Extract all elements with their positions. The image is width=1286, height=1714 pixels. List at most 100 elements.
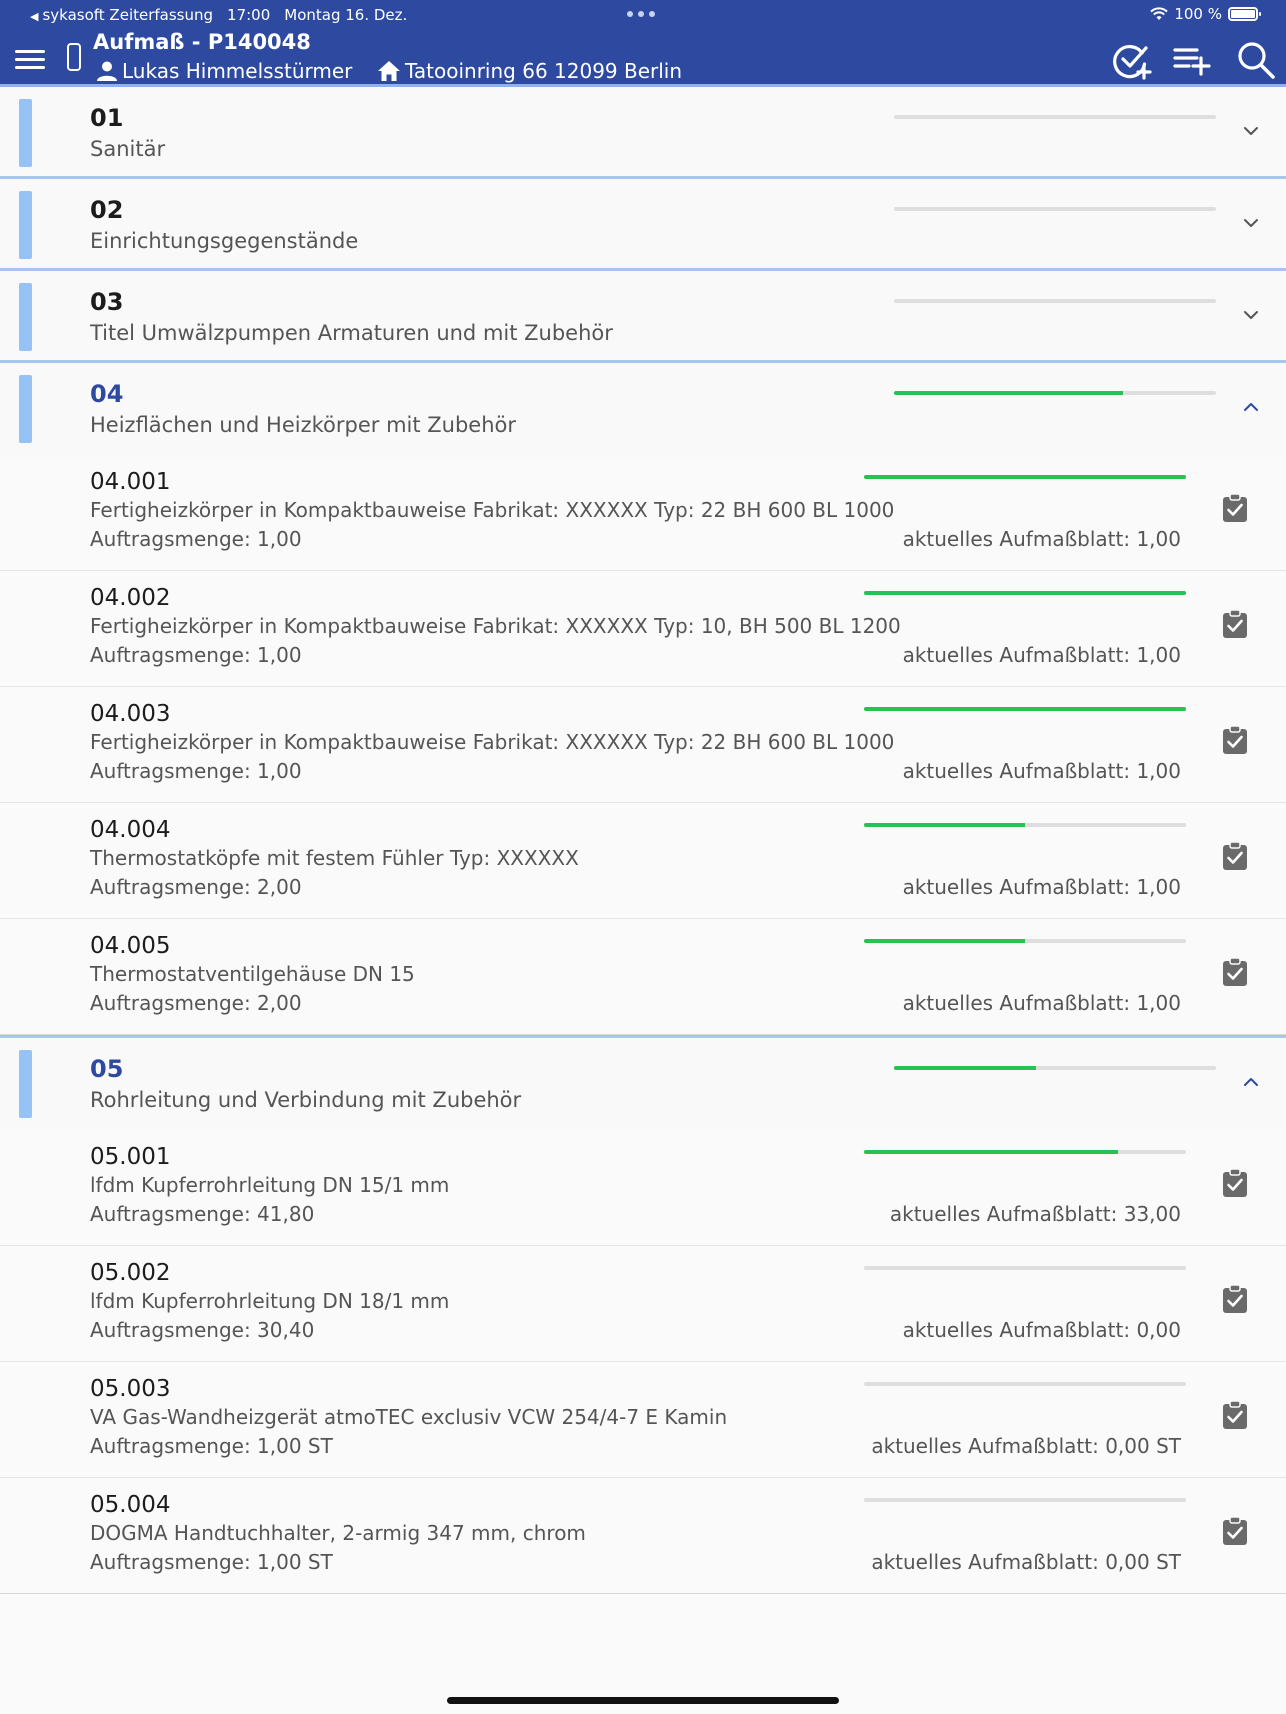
group-number: 03 — [90, 288, 124, 316]
position-row[interactable]: 05.004 DOGMA Handtuchhalter, 2-armig 347 … — [0, 1478, 1286, 1594]
group-header-01[interactable]: 01 Sanitär — [0, 87, 1286, 179]
menu-icon[interactable] — [15, 48, 45, 70]
position-row[interactable]: 04.005 Thermostatventilgehäuse DN 15 Auftr… — [0, 919, 1286, 1035]
group-accent-bar — [19, 99, 32, 167]
group-progress-bar — [894, 1066, 1216, 1070]
position-row[interactable]: 05.001 lfdm Kupferrohrleitung DN 15/1 mm A… — [0, 1130, 1286, 1246]
position-row[interactable]: 04.001 Fertigheizkörper in Kompaktbauweis… — [0, 455, 1286, 571]
group-accent-bar — [19, 375, 32, 443]
position-description: Thermostatköpfe mit festem Fühler Typ: X… — [90, 846, 579, 870]
status-date: Montag 16. Dez. — [284, 6, 408, 24]
chevron-down-icon[interactable] — [1240, 304, 1262, 326]
position-progress-bar — [864, 707, 1186, 711]
status-time: 17:00 — [227, 6, 271, 24]
clipboard-check-icon[interactable] — [1222, 1516, 1248, 1546]
group-title: Einrichtungsgegenstände — [90, 229, 359, 253]
position-row[interactable]: 05.003 VA Gas-Wandheizgerät atmoTEC exclu… — [0, 1362, 1286, 1478]
group-progress-bar — [894, 299, 1216, 303]
order-quantity: Auftragsmenge: 30,40 — [90, 1318, 315, 1342]
current-sheet-quantity: aktuelles Aufmaßblatt: 0,00 — [902, 1318, 1181, 1342]
position-number: 05.004 — [90, 1492, 171, 1518]
chevron-down-icon[interactable] — [1240, 120, 1262, 142]
person-icon — [97, 61, 117, 81]
position-row[interactable]: 04.003 Fertigheizkörper in Kompaktbauweis… — [0, 687, 1286, 803]
back-app-label: sykasoft Zeiterfassung — [42, 6, 214, 24]
group-header-04[interactable]: 04 Heizflächen und Heizkörper mit Zubehör — [0, 363, 1286, 455]
status-bar-left[interactable]: ◀ sykasoft Zeiterfassung 17:00 Montag 16. D… — [30, 6, 407, 24]
progress-fill — [864, 939, 1025, 943]
position-number: 04.003 — [90, 701, 171, 727]
group-title: Titel Umwälzpumpen Armaturen und mit Zub… — [90, 321, 613, 345]
order-quantity: Auftragsmenge: 1,00 ST — [90, 1550, 333, 1574]
position-list: 01 Sanitär 02 Einrichtungsgegenstände 03 Tite… — [0, 87, 1286, 1594]
position-progress-bar — [864, 1266, 1186, 1270]
app-header: ◀ sykasoft Zeiterfassung 17:00 Montag 16. D… — [0, 0, 1286, 86]
clipboard-check-icon[interactable] — [1222, 841, 1248, 871]
position-progress-bar — [864, 1382, 1186, 1386]
order-quantity: Auftragsmenge: 1,00 — [90, 759, 302, 783]
chevron-down-icon[interactable] — [1240, 212, 1262, 234]
order-quantity: Auftragsmenge: 2,00 — [90, 875, 302, 899]
group-title: Rohrleitung und Verbindung mit Zubehör — [90, 1088, 522, 1112]
chevron-up-icon[interactable] — [1240, 1071, 1262, 1093]
position-progress-bar — [864, 823, 1186, 827]
group-progress-bar — [894, 115, 1216, 119]
chevron-up-icon[interactable] — [1240, 396, 1262, 418]
position-number: 05.002 — [90, 1260, 171, 1286]
position-number: 04.004 — [90, 817, 171, 843]
position-progress-bar — [864, 1150, 1186, 1154]
status-bar-right: 100 % — [1150, 5, 1261, 23]
home-indicator[interactable] — [447, 1697, 839, 1704]
phone-icon[interactable] — [67, 43, 81, 71]
group-header-02[interactable]: 02 Einrichtungsgegenstände — [0, 179, 1286, 271]
order-quantity: Auftragsmenge: 1,00 ST — [90, 1434, 333, 1458]
battery-icon — [1228, 7, 1261, 21]
group-accent-bar — [19, 191, 32, 259]
playlist-add-icon[interactable] — [1172, 40, 1212, 80]
clipboard-check-icon[interactable] — [1222, 1168, 1248, 1198]
group-number: 01 — [90, 104, 124, 132]
search-icon[interactable] — [1236, 40, 1276, 80]
position-description: Thermostatventilgehäuse DN 15 — [90, 962, 415, 986]
group-header-03[interactable]: 03 Titel Umwälzpumpen Armaturen und mit Z… — [0, 271, 1286, 363]
position-description: Fertigheizkörper in Kompaktbauweise Fabr… — [90, 730, 895, 754]
position-description: lfdm Kupferrohrleitung DN 15/1 mm — [90, 1173, 450, 1197]
clipboard-check-icon[interactable] — [1222, 725, 1248, 755]
group-header-05[interactable]: 05 Rohrleitung und Verbindung mit Zubehör — [0, 1038, 1286, 1130]
clipboard-check-icon[interactable] — [1222, 1284, 1248, 1314]
back-triangle-icon: ◀ — [30, 10, 39, 23]
check-circle-plus-icon[interactable] — [1112, 40, 1152, 80]
position-row[interactable]: 05.002 lfdm Kupferrohrleitung DN 18/1 mm A… — [0, 1246, 1286, 1362]
order-quantity: Auftragsmenge: 1,00 — [90, 527, 302, 551]
position-description: lfdm Kupferrohrleitung DN 18/1 mm — [90, 1289, 450, 1313]
progress-fill — [894, 1066, 1036, 1070]
position-number: 04.001 — [90, 469, 171, 495]
header-person: Lukas Himmelsstürmer — [96, 59, 352, 83]
progress-fill — [864, 475, 1186, 479]
group-title: Heizflächen und Heizkörper mit Zubehör — [90, 413, 517, 437]
clipboard-check-icon[interactable] — [1222, 1400, 1248, 1430]
progress-fill — [864, 591, 1186, 595]
position-progress-bar — [864, 1498, 1186, 1502]
position-row[interactable]: 04.004 Thermostatköpfe mit festem Fühler … — [0, 803, 1286, 919]
clipboard-check-icon[interactable] — [1222, 957, 1248, 987]
current-sheet-quantity: aktuelles Aufmaßblatt: 1,00 — [902, 759, 1181, 783]
current-sheet-quantity: aktuelles Aufmaßblatt: 0,00 ST — [871, 1550, 1181, 1574]
group-accent-bar — [19, 1050, 32, 1118]
group-number: 05 — [90, 1055, 124, 1083]
position-number: 04.002 — [90, 585, 171, 611]
position-description: DOGMA Handtuchhalter, 2-armig 347 mm, ch… — [90, 1521, 586, 1545]
position-progress-bar — [864, 475, 1186, 479]
position-description: VA Gas-Wandheizgerät atmoTEC exclusiv VC… — [90, 1405, 728, 1429]
wifi-icon — [1150, 7, 1169, 20]
battery-label: 100 % — [1174, 5, 1222, 23]
multitasking-dots-icon[interactable] — [627, 11, 655, 17]
position-row[interactable]: 04.002 Fertigheizkörper in Kompaktbauweis… — [0, 571, 1286, 687]
address-text: Tatooinring 66 12099 Berlin — [405, 59, 683, 83]
group-progress-bar — [894, 391, 1216, 395]
progress-fill — [894, 391, 1123, 395]
order-quantity: Auftragsmenge: 41,80 — [90, 1202, 315, 1226]
clipboard-check-icon[interactable] — [1222, 609, 1248, 639]
clipboard-check-icon[interactable] — [1222, 493, 1248, 523]
current-sheet-quantity: aktuelles Aufmaßblatt: 1,00 — [902, 991, 1181, 1015]
